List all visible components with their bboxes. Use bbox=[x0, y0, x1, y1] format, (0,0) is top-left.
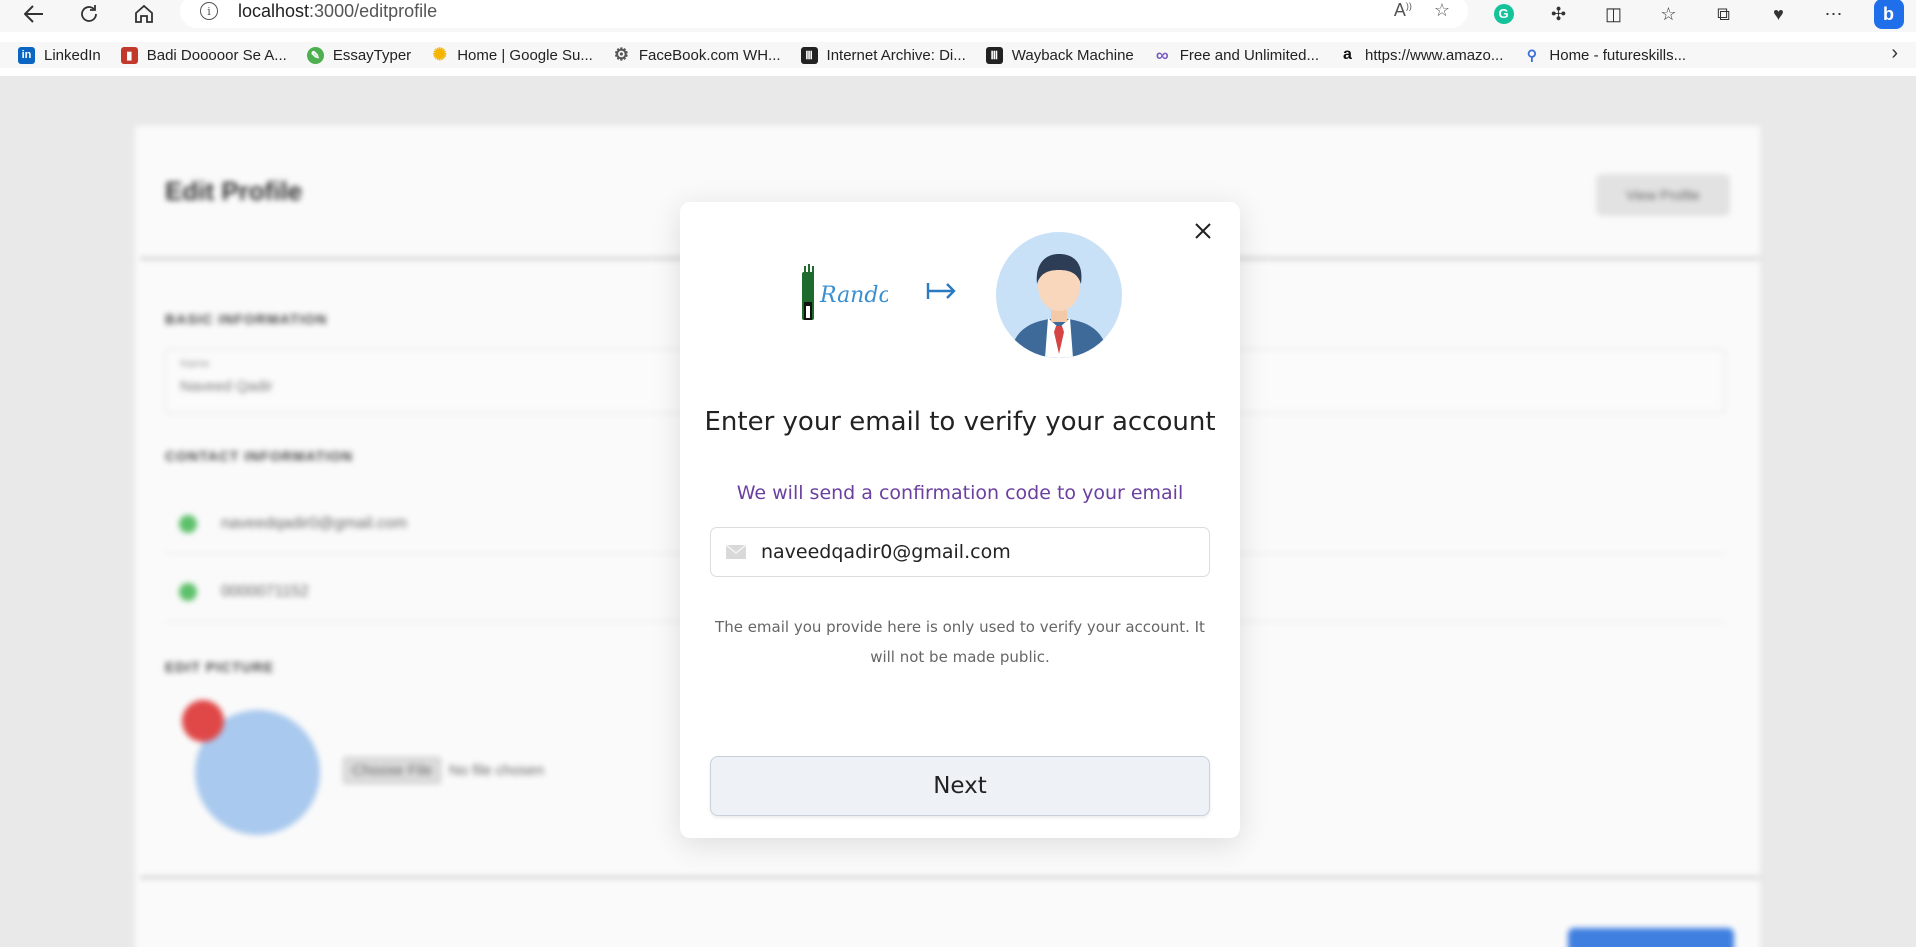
extensions-area: G ✣ ◫ ☆ ⧉ ♥ ⋯ b bbox=[1476, 0, 1916, 29]
bookmark-label: https://www.amazo... bbox=[1365, 46, 1504, 64]
bookmark-label: Home | Google Su... bbox=[457, 46, 593, 64]
url-host: localhost bbox=[238, 0, 310, 21]
refresh-icon[interactable] bbox=[73, 0, 105, 28]
view-profile-button: View Profile bbox=[1596, 174, 1730, 216]
health-icon[interactable]: ♥ bbox=[1751, 0, 1806, 28]
bing-icon[interactable]: b bbox=[1861, 0, 1916, 29]
read-aloud-icon[interactable]: A)) bbox=[1394, 0, 1412, 21]
linkedin-icon: in bbox=[18, 46, 35, 64]
bookmark-internet-archive[interactable]: Ⅲ Internet Archive: Di... bbox=[800, 46, 966, 64]
logo-text: Random bbox=[819, 283, 888, 308]
section-label: EDIT PICTURE bbox=[165, 659, 275, 675]
bookmark-wayback[interactable]: Ⅲ Wayback Machine bbox=[985, 46, 1134, 64]
bookmark-label: LinkedIn bbox=[44, 46, 101, 64]
badi-icon: ▮ bbox=[120, 46, 138, 64]
bookmark-label: Free and Unlimited... bbox=[1179, 46, 1319, 64]
bookmark-free-unlimited[interactable]: ∞ Free and Unlimited... bbox=[1154, 44, 1319, 65]
home-icon[interactable] bbox=[128, 0, 160, 28]
browser-toolbar: i localhost:3000/editprofile A)) ☆ G ✣ ◫… bbox=[0, 0, 1916, 32]
bookmark-label: Badi Dooooor Se A... bbox=[146, 46, 287, 64]
split-screen-icon[interactable]: ◫ bbox=[1586, 0, 1641, 28]
bookmark-badi[interactable]: ▮ Badi Dooooor Se A... bbox=[120, 46, 287, 64]
bookmarks-bar: in LinkedIn ▮ Badi Dooooor Se A... ✎ EssayT… bbox=[0, 42, 1916, 68]
no-file-text: No file chosen bbox=[449, 762, 545, 779]
archive-icon: Ⅲ bbox=[985, 46, 1003, 64]
divider bbox=[140, 876, 1760, 879]
phone-icon bbox=[179, 582, 197, 601]
page-title: Edit Profile bbox=[165, 176, 303, 206]
field-label: Name bbox=[180, 358, 210, 370]
more-menu-icon[interactable]: ⋯ bbox=[1806, 0, 1861, 28]
bookmark-label: Internet Archive: Di... bbox=[826, 46, 966, 64]
remove-badge bbox=[182, 700, 224, 742]
next-button[interactable]: Next bbox=[710, 756, 1210, 816]
close-icon[interactable] bbox=[1188, 216, 1218, 246]
email-field[interactable] bbox=[710, 527, 1210, 577]
privacy-note: The email you provide here is only used … bbox=[715, 618, 1205, 666]
modal-title: Enter your email to verify your account bbox=[704, 407, 1216, 437]
bookmark-google-sites[interactable]: ✺ Home | Google Su... bbox=[431, 45, 593, 64]
arrow-right-icon bbox=[926, 283, 956, 299]
amazon-icon: a bbox=[1343, 46, 1352, 63]
collections-icon[interactable]: ⧉ bbox=[1696, 0, 1751, 28]
user-avatar-icon bbox=[996, 232, 1122, 358]
bookmark-label: EssayTyper bbox=[332, 46, 412, 64]
mail-icon bbox=[179, 514, 197, 533]
favorites-icon[interactable]: ☆ bbox=[1641, 0, 1696, 28]
modal-subtitle: We will send a confirmation code to your… bbox=[736, 482, 1184, 504]
bookmark-label: Wayback Machine bbox=[1011, 46, 1134, 64]
bookmark-facebook[interactable]: ⚙ FaceBook.com WH... bbox=[613, 45, 781, 64]
favorite-star-icon[interactable]: ☆ bbox=[1434, 0, 1450, 21]
info-icon[interactable]: i bbox=[200, 2, 218, 20]
archive-icon: Ⅲ bbox=[800, 46, 818, 64]
bookmarks-more-chevron-icon[interactable]: › bbox=[1891, 42, 1898, 65]
gear-icon: ⚙ bbox=[613, 45, 629, 64]
section-label: CONTACT INFORMATION bbox=[165, 448, 354, 464]
url-path: :3000/editprofile bbox=[309, 0, 438, 21]
infinity-icon: ∞ bbox=[1155, 44, 1169, 65]
bookmark-futureskills[interactable]: ⚲ Home - futureskills... bbox=[1523, 47, 1686, 64]
email-text: naveedqadir0@gmail.com bbox=[221, 514, 408, 532]
bookmark-essaytyper[interactable]: ✎ EssayTyper bbox=[306, 46, 412, 64]
url-text: localhost:3000/editprofile bbox=[238, 1, 437, 22]
random-logo-icon: Random bbox=[802, 264, 888, 320]
extensions-puzzle-icon[interactable]: ✣ bbox=[1531, 0, 1586, 28]
choose-file-button: Choose File bbox=[343, 757, 442, 784]
phone-text: 0000071152 bbox=[221, 582, 309, 600]
section-label: BASIC INFORMATION bbox=[165, 311, 328, 327]
futureskills-icon: ⚲ bbox=[1526, 46, 1538, 63]
address-bar[interactable]: i localhost:3000/editprofile A)) ☆ bbox=[180, 0, 1468, 28]
essaytyper-icon: ✎ bbox=[306, 46, 324, 64]
back-icon[interactable] bbox=[18, 0, 50, 28]
bookmark-linkedin[interactable]: in LinkedIn bbox=[18, 46, 101, 64]
mail-icon bbox=[725, 544, 747, 559]
bookmark-label: Home - futureskills... bbox=[1549, 46, 1687, 64]
sun-icon: ✺ bbox=[432, 45, 447, 64]
save-button bbox=[1568, 928, 1734, 947]
email-input[interactable] bbox=[761, 541, 1201, 563]
file-chooser: Choose File No file chosen bbox=[343, 757, 544, 784]
bookmark-label: FaceBook.com WH... bbox=[638, 46, 781, 64]
bookmark-amazon[interactable]: a https://www.amazo... bbox=[1339, 46, 1504, 64]
field-value: Naveed Qadir bbox=[180, 378, 273, 395]
verify-email-modal: Random Enter your email to verify your a… bbox=[680, 202, 1240, 838]
grammarly-icon[interactable]: G bbox=[1476, 0, 1531, 28]
